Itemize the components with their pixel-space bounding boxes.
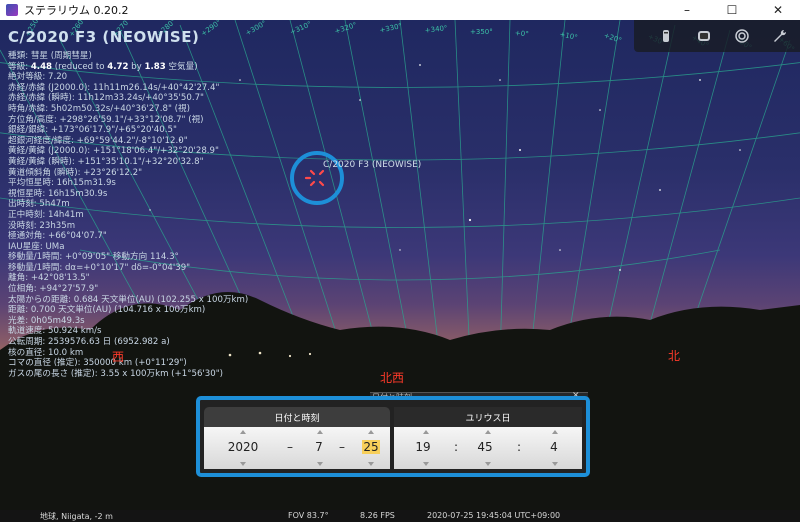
tab-date-time[interactable]: 日付と時刻 bbox=[204, 407, 390, 427]
minute-up-icon[interactable] bbox=[485, 430, 491, 434]
minute-input[interactable]: 45 bbox=[474, 440, 496, 454]
info-line: 超銀河経度/緯度: +69°59'44.2"/-8°10'12.0" bbox=[8, 135, 188, 146]
info-line: 平均恒星時: 16h15m31.9s bbox=[8, 178, 116, 189]
object-info-panel: 種類: 彗星 (周期彗星) 等級: 4.48 (reduced to 4.72 b… bbox=[8, 51, 248, 379]
day-up-icon[interactable] bbox=[368, 430, 374, 434]
info-line: 正中時刻: 14h41m bbox=[8, 209, 84, 220]
info-line: 太陽からの距離: 0.684 天文単位(AU) (102.255 x 100万k… bbox=[8, 294, 249, 305]
grid-label: +290° bbox=[200, 20, 223, 38]
second-down-icon[interactable] bbox=[552, 462, 558, 466]
year-up-icon[interactable] bbox=[240, 430, 246, 434]
grid-label: +330° bbox=[379, 22, 403, 35]
hour-up-icon[interactable] bbox=[423, 430, 429, 434]
month-down-icon[interactable] bbox=[317, 462, 323, 466]
info-line: 光差: 0h05m49.3s bbox=[8, 315, 85, 326]
grid-label: +310° bbox=[289, 20, 313, 37]
app-icon bbox=[6, 4, 18, 16]
date-separator: – bbox=[287, 440, 293, 454]
info-line: 方位角/高度: +298°26'59.1"/+33°12'08.7" (視) bbox=[8, 114, 204, 125]
window-title: ステラリウム 0.20.2 bbox=[24, 4, 129, 17]
second-input[interactable]: 4 bbox=[544, 440, 564, 454]
day-down-icon[interactable] bbox=[368, 462, 374, 466]
year-input[interactable]: 2020 bbox=[226, 440, 260, 454]
date-fields: 2020 – 7 – 25 bbox=[204, 427, 390, 469]
info-line: 出時刻: 5h47m bbox=[8, 199, 70, 210]
info-line: 移動量/1時間: +0°09'05" 移動方向 114.3° bbox=[8, 252, 179, 263]
hour-input[interactable]: 19 bbox=[412, 440, 434, 454]
date-time-dialog: 日付と時刻 ユリウス日 2020 – 7 – 25 19 : 45 : 4 bbox=[196, 396, 590, 477]
direction-north: 北 bbox=[668, 349, 681, 363]
status-bar: 地球, Niigata, -2 m FOV 83.7° 8.26 FPS 202… bbox=[0, 510, 800, 522]
location-icon[interactable] bbox=[658, 28, 674, 44]
info-line: 距離: 0.700 天文単位(AU) (104.716 x 100万km) bbox=[8, 305, 206, 316]
info-line: 核の直径: 10.0 km bbox=[8, 347, 84, 358]
grid-label: +0° bbox=[514, 29, 529, 38]
title-bar: ステラリウム 0.20.2 – ☐ ✕ bbox=[0, 0, 800, 21]
close-button[interactable]: ✕ bbox=[756, 0, 800, 20]
status-fps: 8.26 FPS bbox=[360, 511, 395, 520]
info-line: 公転周期: 2539576.63 日 (6952.982 a) bbox=[8, 337, 170, 348]
info-line: 没時刻: 23h35m bbox=[8, 220, 76, 231]
grid-label: +20° bbox=[603, 31, 623, 44]
info-line: 銀経/銀緯: +173°06'17.9"/+65°20'40.5" bbox=[8, 125, 177, 136]
info-line: 赤経/赤緯 (J2000.0): 11h11m26.14s/+40°42'27.… bbox=[8, 82, 220, 93]
month-up-icon[interactable] bbox=[317, 430, 323, 434]
info-line: 黄道傾斜角 (瞬時): +23°26'12.2" bbox=[8, 167, 143, 178]
year-down-icon[interactable] bbox=[240, 462, 246, 466]
grid-label: +320° bbox=[334, 21, 358, 36]
time-fields: 19 : 45 : 4 bbox=[394, 427, 582, 469]
maximize-button[interactable]: ☐ bbox=[710, 0, 754, 20]
status-location: 地球, Niigata, -2 m bbox=[40, 512, 113, 521]
time-separator: : bbox=[454, 440, 459, 454]
object-label: C/2020 F3 (NEOWISE) bbox=[323, 160, 422, 170]
info-line: 赤経/赤緯 (瞬時): 11h12m33.24s/+40°35'50.7" bbox=[8, 93, 205, 104]
info-line: コマの直径 (推定): 350000 km (+0°11'29") bbox=[8, 358, 187, 369]
info-line: 位相角: +94°27'57.9" bbox=[8, 284, 99, 295]
info-line: 極通対角: +66°04'07.7" bbox=[8, 231, 107, 242]
object-title: C/2020 F3 (NEOWISE) bbox=[8, 28, 200, 46]
info-line: 視恒星時: 16h15m30.9s bbox=[8, 188, 108, 199]
top-toolbar bbox=[634, 20, 800, 52]
hour-down-icon[interactable] bbox=[423, 462, 429, 466]
grid-label: +350° bbox=[470, 28, 493, 36]
info-type: 種類: 彗星 (周期彗星) bbox=[8, 51, 92, 61]
info-line: 時角/赤緯: 5h02m50.32s/+40°36'27.8" (視) bbox=[8, 103, 190, 114]
second-up-icon[interactable] bbox=[552, 430, 558, 434]
day-input[interactable]: 25 bbox=[362, 440, 380, 454]
minimize-button[interactable]: – bbox=[665, 0, 709, 20]
info-line: ガスの尾の長さ (推定): 3.55 x 100万km (+1°56'30") bbox=[8, 368, 224, 379]
info-line: 絶対等級: 7.20 bbox=[8, 72, 68, 83]
info-magnitude: 等級: 4.48 (reduced to 4.72 by 1.83 空気量) bbox=[8, 61, 198, 72]
month-input[interactable]: 7 bbox=[310, 440, 328, 454]
screen-icon[interactable] bbox=[696, 28, 712, 44]
minute-down-icon[interactable] bbox=[485, 462, 491, 466]
tab-julian-day[interactable]: ユリウス日 bbox=[394, 407, 582, 427]
grid-label: +340° bbox=[424, 24, 447, 34]
grid-label: +300° bbox=[244, 20, 268, 37]
info-line: 黄経/黄緯 (瞬時): +151°35'10.1"/+32°20'32.8" bbox=[8, 156, 204, 167]
info-line: 黄経/黄緯 (J2000.0): +151°18'06.4"/+32°20'28… bbox=[8, 146, 219, 157]
stellarium-window: ステラリウム 0.20.2 – ☐ ✕ +250° +260° +270° +2… bbox=[0, 0, 800, 522]
info-line: 移動量/1時間: dα=+0°10'17" dδ=-0°04'39" bbox=[8, 262, 191, 273]
direction-west: 西 bbox=[112, 350, 125, 364]
date-separator: – bbox=[339, 440, 345, 454]
status-datetime: 2020-07-25 19:45:04 UTC+09:00 bbox=[427, 511, 561, 520]
info-line: IAU星座: UMa bbox=[8, 241, 65, 252]
grid-label: +10° bbox=[559, 30, 579, 42]
time-separator: : bbox=[517, 440, 522, 454]
info-lines: 絶対等級: 7.20 赤経/赤緯 (J2000.0): 11h11m26.14s/… bbox=[8, 72, 248, 379]
info-line: 軌道速度: 50.924 km/s bbox=[8, 326, 102, 337]
info-line: 離角: +42°08'13.5" bbox=[8, 273, 90, 284]
target-icon[interactable] bbox=[734, 28, 750, 44]
status-fov: FOV 83.7° bbox=[288, 511, 329, 520]
direction-northwest: 北西 bbox=[380, 371, 405, 385]
wrench-icon[interactable] bbox=[772, 28, 788, 44]
